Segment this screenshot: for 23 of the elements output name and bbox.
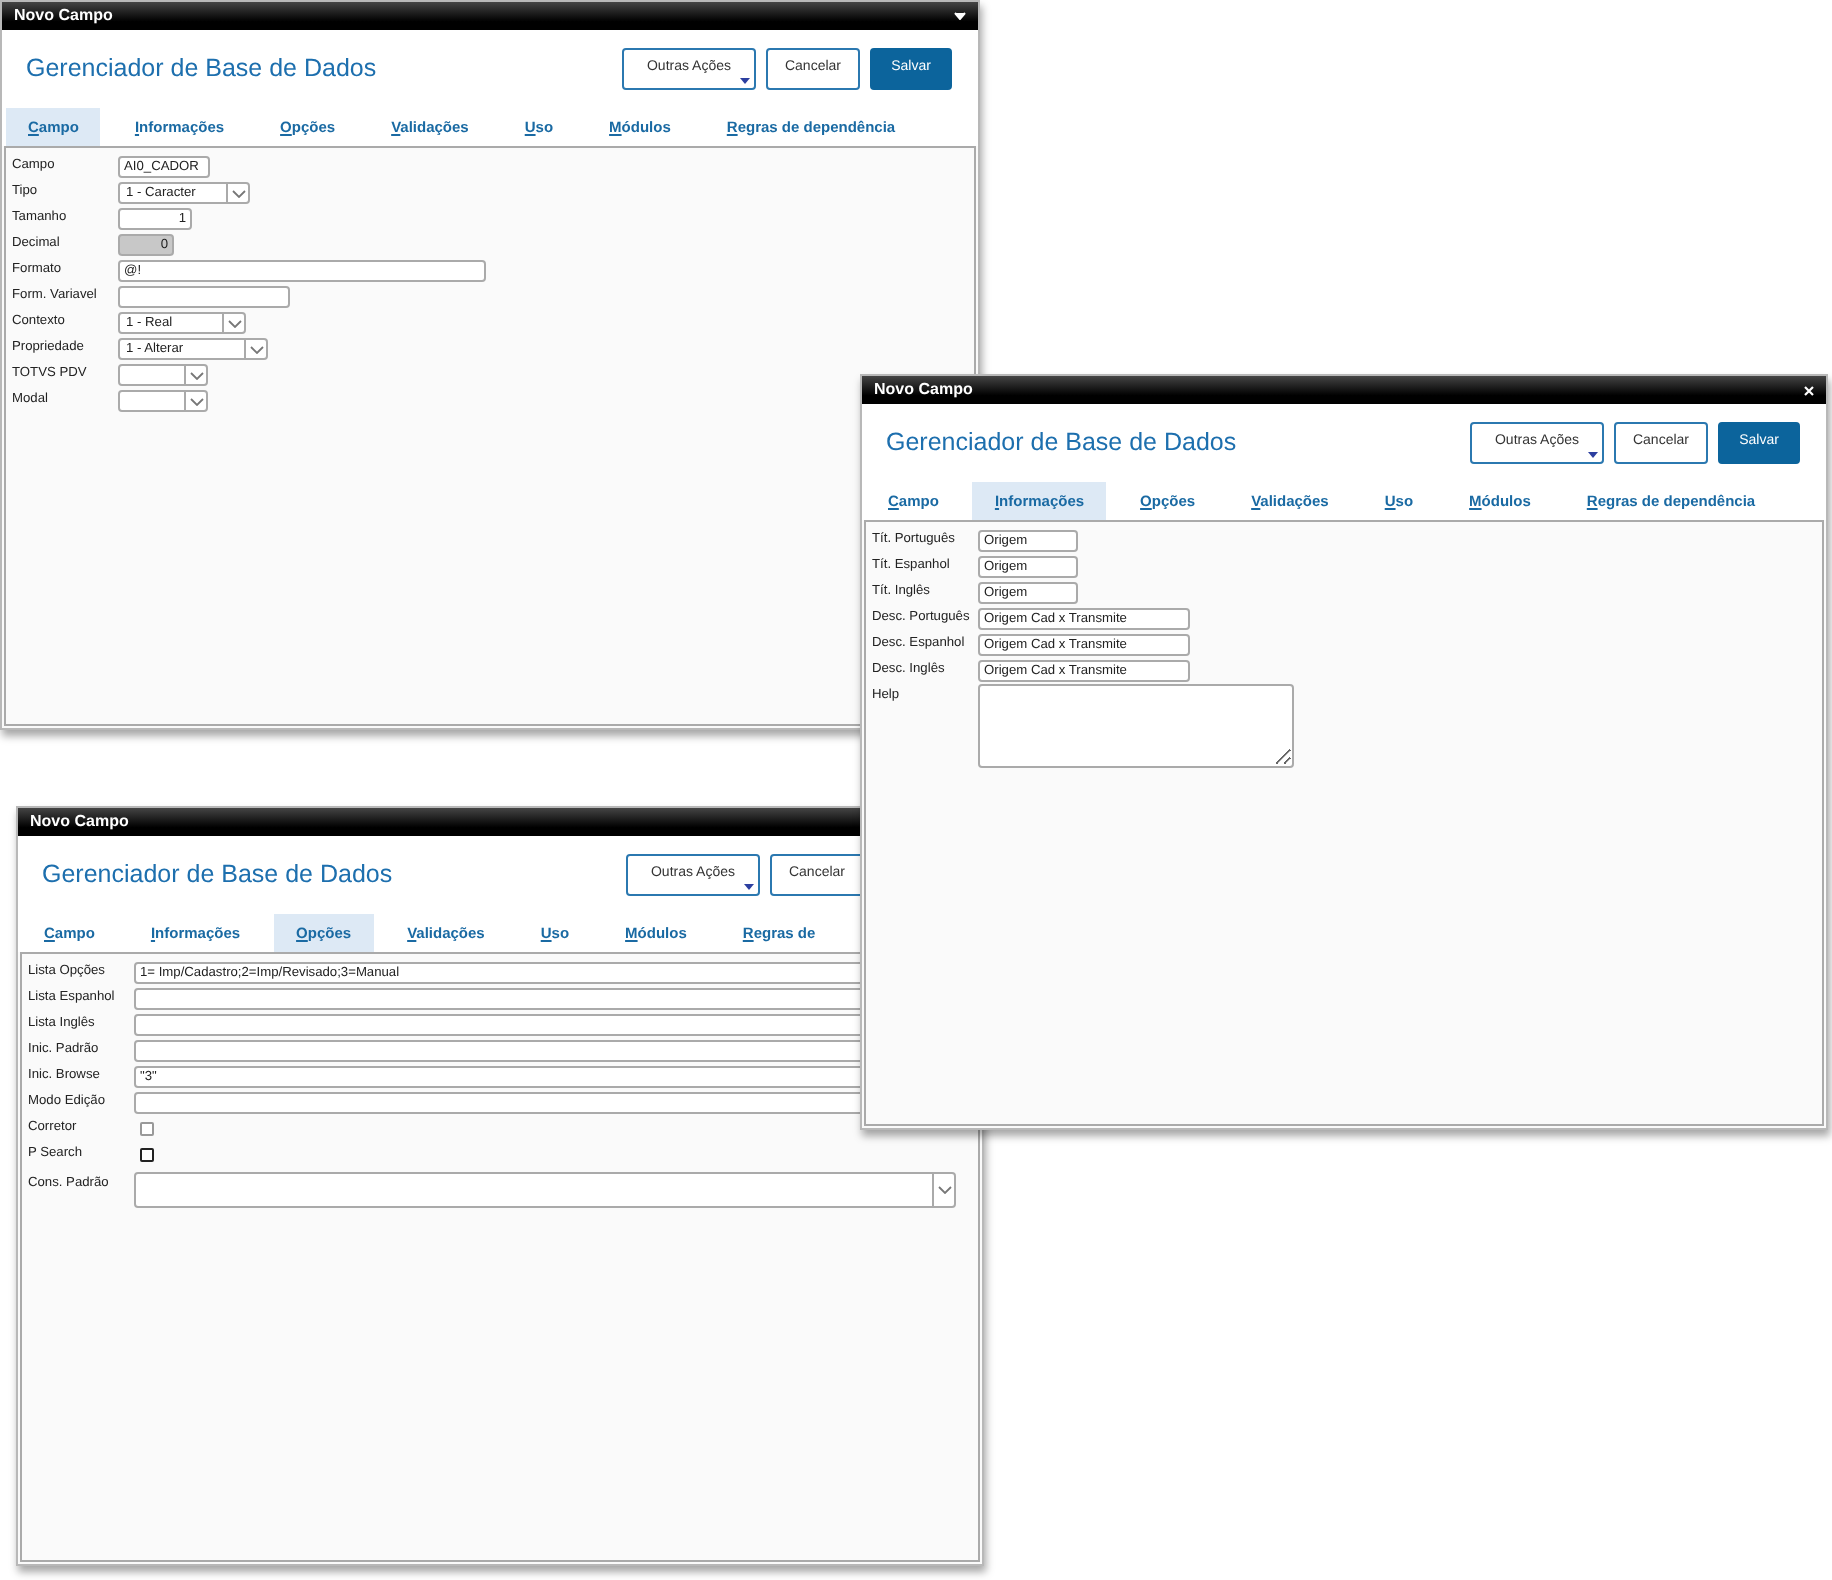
chevron-down-icon	[189, 371, 203, 379]
caret-icon	[744, 884, 754, 890]
chevron-down-icon	[189, 397, 203, 405]
close-icon[interactable]	[1804, 385, 1814, 395]
chevron-down-icon[interactable]	[954, 12, 966, 20]
page-heading: Gerenciador de Base de Dados	[42, 858, 395, 893]
window-title: Novo Campo	[874, 378, 973, 402]
input-field[interactable]	[118, 286, 290, 308]
caret-icon	[740, 78, 750, 84]
chevron-down-icon	[227, 319, 241, 327]
dropdown[interactable]	[134, 1172, 956, 1208]
chevron-down-icon	[249, 345, 263, 353]
dropdown[interactable]	[118, 364, 208, 386]
window-title: Novo Campo	[14, 4, 113, 28]
chevron-down-icon	[231, 189, 245, 197]
page-heading: Gerenciador de Base de Dados	[886, 426, 1239, 461]
dropdown[interactable]	[118, 390, 208, 412]
text-area[interactable]	[978, 684, 1294, 768]
page-heading: Gerenciador de Base de Dados	[26, 52, 379, 87]
chevron-down-icon	[937, 1186, 951, 1194]
caret-icon	[1588, 452, 1598, 458]
window-title: Novo Campo	[30, 810, 129, 834]
checkbox[interactable]	[140, 1148, 154, 1162]
